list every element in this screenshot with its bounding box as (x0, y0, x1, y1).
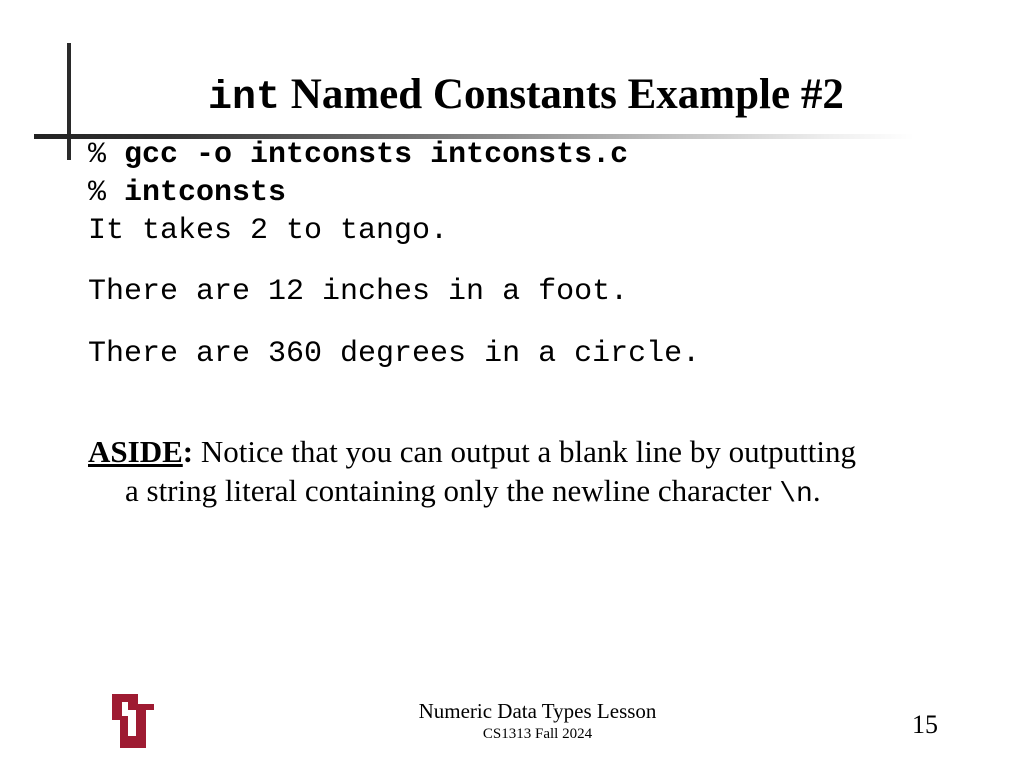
ou-logo-u-shape (120, 704, 154, 748)
title-code-keyword: int (208, 76, 281, 121)
ou-logo-icon (112, 694, 154, 748)
page-number: 15 (912, 710, 938, 739)
aside-line2: a string literal containing only the new… (125, 473, 780, 508)
terminal-command-line: % intconsts (88, 175, 286, 211)
aside-label: ASIDE (88, 434, 183, 469)
slide-title: int Named Constants Example #2 (208, 68, 844, 126)
terminal-command: gcc -o intconsts intconsts.c (124, 138, 629, 172)
aside-code: \n (779, 479, 813, 510)
terminal-output-line: There are 360 degrees in a circle. (88, 337, 701, 371)
footer-title: Numeric Data Types Lesson (418, 699, 657, 723)
aside-line2-wrapper: a string literal containing only the new… (88, 471, 968, 514)
terminal-command: intconsts (124, 176, 287, 210)
prompt-symbol: % (88, 176, 107, 210)
aside-line1: Notice that you can output a blank line … (193, 434, 857, 469)
aside-note: ASIDE: Notice that you can output a blan… (88, 432, 968, 514)
aside-colon: : (182, 434, 194, 469)
title-text: Named Constants Example #2 (290, 71, 844, 118)
terminal-command-line: % gcc -o intconsts intconsts.c (88, 137, 628, 173)
footer-subtitle: CS1313 Fall 2024 (482, 726, 593, 742)
aside-end: . (812, 473, 821, 508)
prompt-symbol: % (88, 138, 107, 172)
terminal-output-line: It takes 2 to tango. (88, 214, 449, 248)
ou-logo-gap (128, 710, 136, 720)
terminal-output-line: There are 12 inches in a foot. (88, 275, 629, 309)
decorative-vertical-line (67, 43, 71, 160)
